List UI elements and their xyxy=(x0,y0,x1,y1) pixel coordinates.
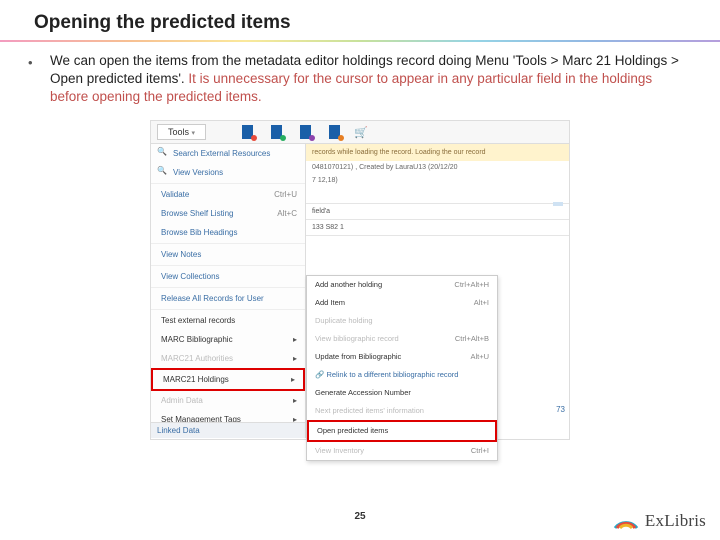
menu-search-external[interactable]: Search External Resources xyxy=(151,144,305,163)
warning-banner: records while loading the record. Loadin… xyxy=(306,144,569,161)
doc-icon-1[interactable] xyxy=(242,125,253,139)
submenu-update-from-bib[interactable]: Update from Bibliographic Alt+U xyxy=(307,348,497,366)
field-row-2: 133 S82 1 xyxy=(306,222,569,233)
tools-menu: Search External Resources View Versions … xyxy=(151,144,306,438)
menu-view-collections[interactable]: View Collections xyxy=(151,267,305,286)
screenshot-toolbar: Tools ▾ 🛒 xyxy=(151,121,569,144)
tools-dropdown-button[interactable]: Tools ▾ xyxy=(157,124,206,140)
menu-browse-bib[interactable]: Browse Bib Headings xyxy=(151,223,305,242)
chevron-right-icon: ▸ xyxy=(291,375,295,384)
menu-admin-data: Admin Data▸ xyxy=(151,391,305,410)
exlibris-logo: ExLibris xyxy=(613,510,706,532)
submenu-generate-accession[interactable]: Generate Accession Number xyxy=(307,384,497,402)
cart-icon[interactable]: 🛒 xyxy=(354,126,366,138)
record-info-1: 0481070121) , Created by LauraU13 (20/12… xyxy=(306,161,569,174)
submenu-duplicate-holding: Duplicate holding xyxy=(307,312,497,330)
doc-icon-4[interactable] xyxy=(329,125,340,139)
logo-text: ExLibris xyxy=(645,511,706,531)
menu-view-versions[interactable]: View Versions xyxy=(151,163,305,182)
chevron-right-icon: ▸ xyxy=(293,335,297,344)
record-info-2: 7 12,18) xyxy=(306,174,569,187)
divider-handle[interactable] xyxy=(553,202,563,206)
page-title: Opening the predicted items xyxy=(0,0,720,40)
submenu-view-bib: View bibliographic record Ctrl+Alt+B xyxy=(307,330,497,348)
logo-arc-icon xyxy=(613,510,639,532)
marc21-holdings-submenu: Add another holding Ctrl+Alt+H Add Item … xyxy=(306,275,498,461)
menu-browse-shelf[interactable]: Browse Shelf Listing Alt+C xyxy=(151,204,305,223)
menu-marc-bib[interactable]: MARC Bibliographic▸ xyxy=(151,330,305,349)
menu-marc21-holdings[interactable]: MARC21 Holdings▸ xyxy=(151,368,305,391)
menu-view-notes[interactable]: View Notes xyxy=(151,245,305,264)
count-badge: 73 xyxy=(556,405,565,414)
chevron-down-icon: ▾ xyxy=(192,130,196,137)
menu-release-all[interactable]: Release All Records for User xyxy=(151,289,305,308)
toolbar-icon-bar xyxy=(242,125,340,139)
menu-test-external[interactable]: Test external records xyxy=(151,311,305,330)
screenshot-region: Tools ▾ 🛒 Search External Resources View… xyxy=(150,120,570,440)
paragraph-text: We can open the items from the metadata … xyxy=(50,52,692,106)
doc-icon-3[interactable] xyxy=(300,125,311,139)
bullet-dot: • xyxy=(28,52,50,106)
submenu-relink[interactable]: 🔗 Relink to a different bibliographic re… xyxy=(307,366,497,384)
submenu-open-predicted-items[interactable]: Open predicted items xyxy=(307,420,497,442)
body-paragraph: • We can open the items from the metadat… xyxy=(0,52,720,106)
menu-marc21-auth: MARC21 Authorities▸ xyxy=(151,349,305,368)
menu-validate[interactable]: Validate Ctrl+U xyxy=(151,185,305,204)
rainbow-divider xyxy=(0,40,720,42)
submenu-add-holding[interactable]: Add another holding Ctrl+Alt+H xyxy=(307,276,497,294)
submenu-add-item[interactable]: Add Item Alt+I xyxy=(307,294,497,312)
linked-data-bar[interactable]: Linked Data xyxy=(151,422,305,438)
doc-icon-2[interactable] xyxy=(271,125,282,139)
field-row-1: field'a xyxy=(306,206,569,217)
submenu-next-predicted: Next predicted items' information xyxy=(307,402,497,420)
submenu-view-inventory: View Inventory Ctrl+I xyxy=(307,442,497,460)
